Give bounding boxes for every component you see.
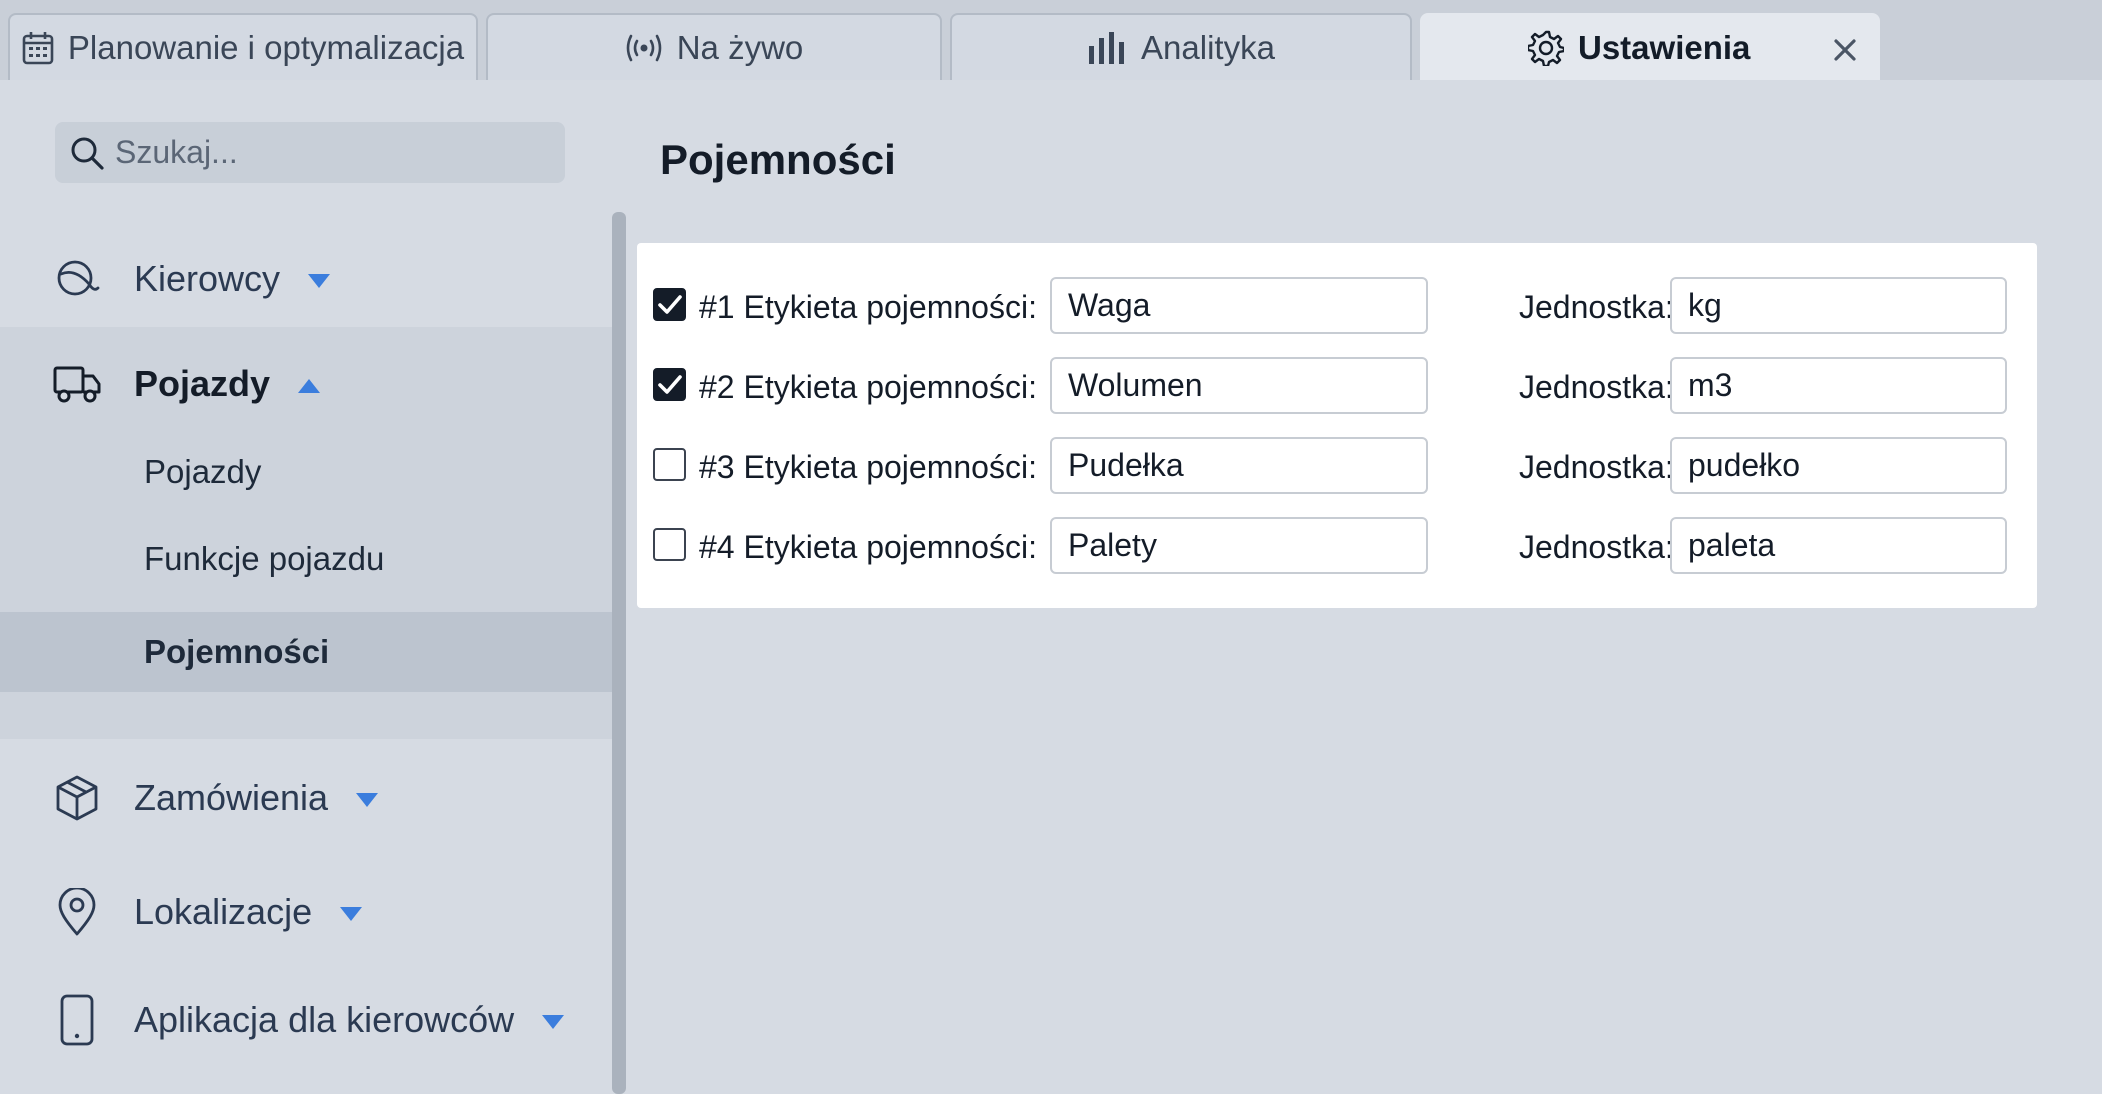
capacity-label: #1 Etykieta pojemności: <box>699 289 1037 325</box>
sidebar-item-locations[interactable]: Lokalizacje <box>0 877 612 947</box>
sidebar-item-orders[interactable]: Zamówienia <box>0 763 612 833</box>
chevron-up-icon <box>298 379 321 394</box>
capacity-row: #2 Etykieta pojemności: Jednostka: <box>637 357 2037 417</box>
unit-label: Jednostka: <box>1519 449 1674 485</box>
capacity-label: #3 Etykieta pojemności: <box>699 449 1037 485</box>
driver-icon <box>52 254 102 304</box>
sidebar-item-locations-label: Lokalizacje <box>134 891 313 932</box>
sidebar-subitem-vehicle-features[interactable]: Funkcje pojazdu <box>0 519 612 599</box>
location-pin-icon <box>52 887 102 937</box>
tab-settings[interactable]: Ustawienia <box>1420 13 1880 80</box>
chevron-down-icon <box>308 274 331 289</box>
sidebar-subitem-capacities[interactable]: Pojemności <box>0 612 612 692</box>
tab-planning[interactable]: Planowanie i optymalizacja <box>8 13 478 80</box>
search-input[interactable] <box>115 134 535 171</box>
capacity-2-checkbox[interactable] <box>653 368 686 401</box>
capacity-1-name-input[interactable] <box>1050 277 1428 334</box>
chevron-down-icon <box>340 907 363 922</box>
sidebar-item-drivers[interactable]: Kierowcy <box>0 244 612 314</box>
tab-live[interactable]: Na żywo <box>486 13 942 80</box>
capacity-label: #4 Etykieta pojemności: <box>699 529 1037 565</box>
capacity-1-checkbox[interactable] <box>653 288 686 321</box>
sidebar-item-driver-app[interactable]: Aplikacja dla kierowców <box>0 985 612 1055</box>
live-broadcast-icon <box>626 34 662 61</box>
mobile-phone-icon <box>52 994 102 1046</box>
search-icon <box>71 137 104 170</box>
capacity-1-unit-input[interactable] <box>1670 277 2007 334</box>
close-icon[interactable] <box>1830 35 1860 65</box>
package-icon <box>52 773 102 823</box>
sidebar-item-drivers-label: Kierowcy <box>134 258 281 299</box>
gear-icon <box>1528 30 1564 66</box>
capacities-card: #1 Etykieta pojemności: Jednostka: #2 Et… <box>637 243 2037 608</box>
sidebar-subitem-label: Pojazdy <box>144 453 262 490</box>
truck-icon <box>52 359 102 409</box>
tab-analytics-label: Analityka <box>1141 28 1275 66</box>
unit-label: Jednostka: <box>1519 289 1674 325</box>
capacity-row: #1 Etykieta pojemności: Jednostka: <box>637 277 2037 337</box>
search-box[interactable] <box>55 122 565 183</box>
tab-analytics[interactable]: Analityka <box>950 13 1412 80</box>
capacity-3-name-input[interactable] <box>1050 437 1428 494</box>
capacity-label: #2 Etykieta pojemności: <box>699 369 1037 405</box>
bar-chart-icon <box>1089 31 1125 64</box>
tab-bar: Planowanie i optymalizacja Na żywo Anali… <box>0 0 2102 80</box>
sidebar-subitem-vehicles[interactable]: Pojazdy <box>0 432 612 512</box>
capacity-4-checkbox[interactable] <box>653 528 686 561</box>
chevron-down-icon <box>356 793 379 808</box>
capacity-3-checkbox[interactable] <box>653 448 686 481</box>
capacity-3-unit-input[interactable] <box>1670 437 2007 494</box>
capacity-row: #4 Etykieta pojemności: Jednostka: <box>637 517 2037 577</box>
sidebar-item-orders-label: Zamówienia <box>134 777 329 818</box>
chevron-down-icon <box>542 1015 565 1030</box>
sidebar-item-vehicles[interactable]: Pojazdy <box>0 349 612 419</box>
sidebar-scrollbar[interactable] <box>612 212 626 1094</box>
checkmark-icon <box>658 295 682 314</box>
tab-planning-label: Planowanie i optymalizacja <box>67 28 465 66</box>
tab-settings-label: Ustawienia <box>1578 28 1751 66</box>
sidebar-subitem-label: Funkcje pojazdu <box>144 540 385 577</box>
unit-label: Jednostka: <box>1519 529 1674 565</box>
capacity-4-unit-input[interactable] <box>1670 517 2007 574</box>
page-title: Pojemności <box>660 136 896 183</box>
sidebar-subitem-label: Pojemności <box>144 633 330 670</box>
sidebar: Kierowcy Pojazdy Pojazdy Funkcje pojazdu… <box>0 80 614 1094</box>
capacity-2-name-input[interactable] <box>1050 357 1428 414</box>
tab-live-label: Na żywo <box>676 28 804 66</box>
capacity-2-unit-input[interactable] <box>1670 357 2007 414</box>
calendar-icon <box>22 31 54 64</box>
unit-label: Jednostka: <box>1519 369 1674 405</box>
capacity-row: #3 Etykieta pojemności: Jednostka: <box>637 437 2037 497</box>
checkmark-icon <box>658 375 682 394</box>
sidebar-item-vehicles-label: Pojazdy <box>134 363 271 404</box>
capacity-4-name-input[interactable] <box>1050 517 1428 574</box>
sidebar-item-driver-app-label: Aplikacja dla kierowców <box>134 999 515 1040</box>
